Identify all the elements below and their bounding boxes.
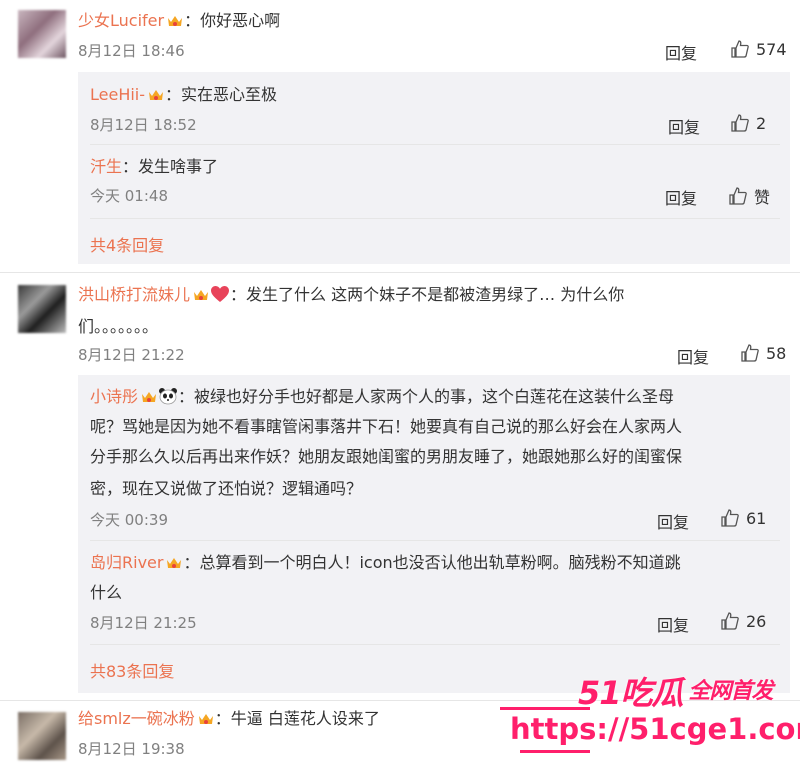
- username[interactable]: 岛归River: [90, 553, 163, 572]
- timestamp: 8月12日 19:38: [78, 740, 185, 758]
- thumbs-up-icon: [731, 40, 749, 58]
- more-replies-link[interactable]: 共4条回复: [90, 232, 164, 256]
- reply-button[interactable]: 回复: [665, 185, 697, 209]
- watermark-line: [500, 707, 590, 710]
- username[interactable]: 少女Lucifer: [78, 11, 164, 30]
- comment-line: 少女Lucifer ：你好恶心啊: [78, 11, 281, 30]
- like-label: 赞: [754, 188, 771, 207]
- thumbs-up-icon: [729, 187, 747, 205]
- avatar[interactable]: [18, 285, 66, 333]
- reply-text-continued: 呢？骂她是因为她不看事瞎管闲事落井下石！她要真有自己说的那么好会在人家两人: [90, 417, 683, 436]
- reply-text-continued: 密，现在又说做了还怕说？逻辑通吗？: [90, 479, 363, 498]
- divider: [90, 644, 780, 645]
- timestamp: 今天 00:39: [90, 511, 168, 529]
- reply-button[interactable]: 回复: [657, 612, 689, 636]
- reply-text-continued: 什么: [90, 583, 123, 602]
- reply-line: 小诗彤 ：被绿也好分手也好都是人家两个人的事，这个白莲花在这装什么圣母: [90, 387, 675, 406]
- username[interactable]: 给smlz一碗冰粉: [78, 709, 195, 728]
- reply-button[interactable]: 回复: [668, 114, 700, 138]
- like-button[interactable]: 赞: [728, 184, 770, 208]
- timestamp: 8月12日 21:22: [78, 346, 185, 364]
- like-count: 61: [746, 508, 767, 528]
- reply-button[interactable]: 回复: [665, 40, 697, 64]
- comment-line: 洪山桥打流妹儿 ：发生了什么 这两个妹子不是都被渣男绿了… 为什么你: [78, 285, 625, 304]
- comment-line: 给smlz一碗冰粉 ：牛逼 白莲花人设来了: [78, 709, 380, 728]
- username[interactable]: LeeHii-: [90, 85, 145, 104]
- reply-line: 岛归River ：总算看到一个明白人！icon也没否认他出轨草粉啊。脑残粉不知道跳: [90, 553, 681, 572]
- divider: [90, 218, 780, 219]
- comment-text-continued: 们。。。。。。。: [78, 317, 159, 336]
- vip-badge-icon: [198, 714, 213, 724]
- watermark-title: 51吃瓜 全网首发: [578, 674, 774, 712]
- reply-text: 总算看到一个明白人！icon也没否认他出轨草粉啊。脑残粉不知道跳: [199, 553, 681, 572]
- username[interactable]: 小诗彤: [90, 387, 138, 406]
- vip-badge-icon: [149, 90, 164, 100]
- like-button[interactable]: 61: [720, 508, 766, 528]
- username[interactable]: 汘生: [90, 157, 122, 176]
- comment-text: 发生了什么 这两个妹子不是都被渣男绿了… 为什么你: [246, 285, 625, 304]
- reply-text: 发生啥事了: [138, 157, 219, 176]
- comment-text: 牛逼 白莲花人设来了: [230, 709, 380, 728]
- like-button[interactable]: 574: [730, 39, 787, 59]
- like-button[interactable]: 26: [720, 611, 766, 631]
- reply-text: 被绿也好分手也好都是人家两个人的事，这个白莲花在这装什么圣母: [194, 387, 675, 406]
- vip-badge-icon: [167, 558, 182, 568]
- watermark-url: https://51cge1.com: [510, 712, 800, 746]
- timestamp: 8月12日 18:46: [78, 42, 185, 60]
- timestamp: 8月12日 18:52: [90, 116, 197, 134]
- timestamp: 今天 01:48: [90, 187, 168, 205]
- like-count: 574: [756, 39, 787, 59]
- like-count: 26: [746, 611, 767, 631]
- like-count: 2: [756, 113, 767, 133]
- watermark-line: [520, 750, 590, 753]
- reply-text-continued: 分手那么久以后再出来作妖？她朋友跟她闺蜜的男朋友睡了，她跟她那么好的闺蜜保: [90, 447, 683, 466]
- avatar[interactable]: [18, 712, 66, 760]
- reply-button[interactable]: 回复: [677, 344, 709, 368]
- comment-text: 你好恶心啊: [200, 11, 281, 30]
- vip-badge-icon: [168, 16, 183, 26]
- like-button[interactable]: 58: [740, 343, 786, 363]
- like-count: 58: [766, 343, 787, 363]
- divider: [90, 540, 780, 541]
- comment-divider: [0, 272, 800, 273]
- thumbs-up-icon: [741, 344, 759, 362]
- username[interactable]: 洪山桥打流妹儿: [78, 285, 190, 304]
- vip-badge-icon: [194, 290, 209, 300]
- panda-icon: [159, 388, 178, 405]
- vip-badge-icon: [142, 392, 157, 402]
- reply-line: LeeHii- ：实在恶心至极: [90, 85, 278, 104]
- reply-line: 汘生：发生啥事了: [90, 157, 219, 176]
- more-replies-link[interactable]: 共83条回复: [90, 658, 174, 682]
- heart-icon: [211, 286, 230, 302]
- thumbs-up-icon: [731, 114, 749, 132]
- thumbs-up-icon: [721, 509, 739, 527]
- thumbs-up-icon: [721, 612, 739, 630]
- avatar[interactable]: [18, 10, 66, 58]
- timestamp: 8月12日 21:25: [90, 614, 197, 632]
- reply-button[interactable]: 回复: [657, 509, 689, 533]
- reply-text: 实在恶心至极: [181, 85, 278, 104]
- divider: [90, 144, 780, 145]
- like-button[interactable]: 2: [730, 113, 766, 133]
